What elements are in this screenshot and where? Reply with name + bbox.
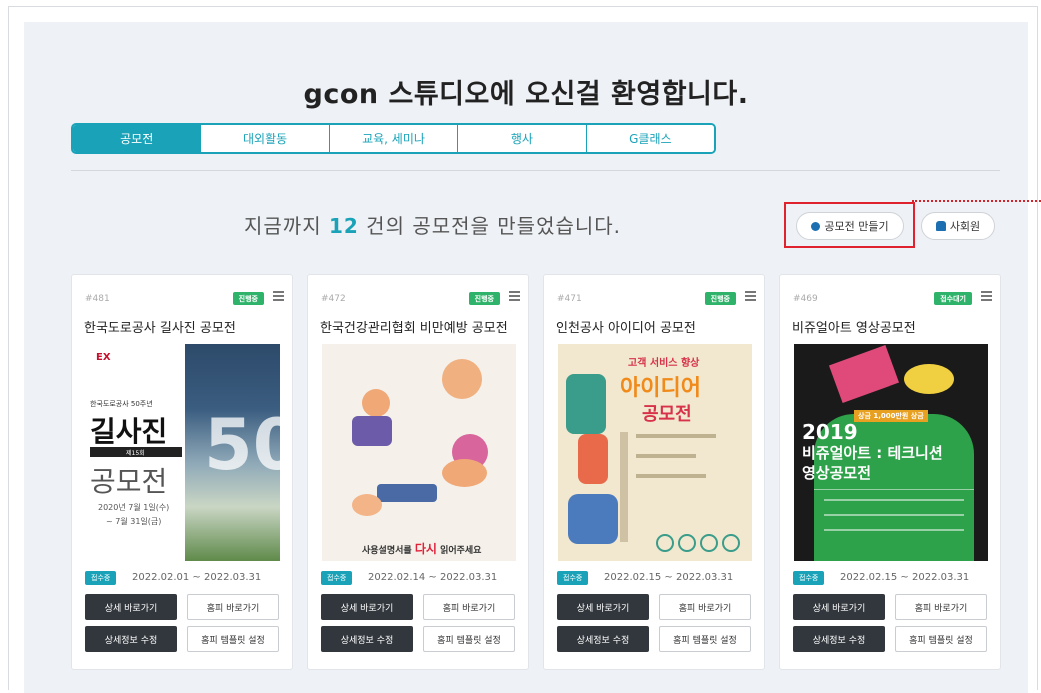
status-chip: 접수중 [557,571,589,585]
poster-edition: 제15회 [126,450,145,457]
menu-icon[interactable] [273,291,284,301]
template-settings-button[interactable]: 홈피 템플릿 설정 [659,626,751,652]
poster-logo-text: EX [96,352,111,363]
card-number: #471 [557,294,582,304]
template-settings-button[interactable]: 홈피 템플릿 설정 [895,626,987,652]
tab-gclass[interactable]: G클래스 [586,125,714,152]
status-chip: 접수중 [321,571,353,585]
edit-detail-button[interactable]: 상세정보 수정 [321,626,413,652]
callout-pointer [912,200,1041,202]
contest-card: #469 접수대기 비쥬얼아트 영상공모전 상금 1,000만원 상금 2019… [779,274,1001,670]
poster-text-3: 읽어주세요 [440,546,482,556]
poster-date-1: 2020년 7월 1일(수) [98,503,170,512]
edit-detail-button[interactable]: 상세정보 수정 [85,626,177,652]
card-title[interactable]: 한국건강관리협회 비만예방 공모전 [320,317,520,336]
category-tabs: 공모전 대외활동 교육, 세미나 행사 G클래스 [71,123,716,154]
contest-card: #471 진행중 인천공사 아이디어 공모전 고객 서비스 향상 아이디어 공모… [543,274,765,670]
poster-year: 2019 [802,420,858,444]
tab-seminar[interactable]: 교육, 세미나 [329,125,459,152]
homepage-link-button[interactable]: 홈피 바로가기 [187,594,279,620]
contest-card: #481 진행중 한국도로공사 길사진 공모전 50 EX 한국도로공사 50주… [71,274,293,670]
homepage-link-button[interactable]: 홈피 바로가기 [423,594,515,620]
detail-link-button[interactable]: 상세 바로가기 [85,594,177,620]
welcome-title: gcon 스튜디오에 오신걸 환영합니다. [303,79,749,110]
contest-dates: 2022.02.15 ~ 2022.03.31 [840,572,970,583]
card-title[interactable]: 비쥬얼아트 영상공모전 [792,317,992,336]
menu-icon[interactable] [509,291,520,301]
status-badge: 진행중 [232,292,264,305]
homepage-link-button[interactable]: 홈피 바로가기 [659,594,751,620]
contest-dates: 2022.02.14 ~ 2022.03.31 [368,572,498,583]
poster-headline: 비쥬얼아트 : 테크니션 [802,444,943,462]
poster-headline-2: 공모전 [90,465,168,498]
poster-image: 상금 1,000만원 상금 2019 비쥬얼아트 : 테크니션 영상공모전 [794,344,988,561]
summary-count: 12 [328,214,359,238]
contest-card: #472 진행중 한국건강관리협회 비만예방 공모전 사용설명서를 다시 읽어주… [307,274,529,670]
poster-headline-2: 영상공모전 [802,464,872,482]
poster-date-2: ~ 7월 31일(금) [106,517,162,526]
card-number: #469 [793,294,818,304]
studio-panel: gcon 스튜디오에 오신걸 환영합니다. 공모전 대외활동 교육, 세미나 행… [24,22,1028,693]
menu-icon[interactable] [981,291,992,301]
tab-activities[interactable]: 대외활동 [201,125,330,152]
contest-dates: 2022.02.15 ~ 2022.03.31 [604,572,734,583]
poster-subtitle: 한국도로공사 50주년 [90,400,153,408]
card-number: #472 [321,294,346,304]
tab-contest[interactable]: 공모전 [73,125,202,152]
status-badge: 진행중 [704,292,736,305]
card-title[interactable]: 인천공사 아이디어 공모전 [556,317,756,336]
tab-event[interactable]: 행사 [458,125,587,152]
detail-link-button[interactable]: 상세 바로가기 [321,594,413,620]
poster-text-2: 다시 [414,542,437,556]
create-contest-label: 공모전 만들기 [824,220,889,233]
detail-link-button[interactable]: 상세 바로가기 [557,594,649,620]
user-icon [935,221,946,231]
status-chip: 접수중 [793,571,825,585]
poster-headline: 길사진 [90,415,168,448]
poster-image: 사용설명서를 다시 읽어주세요 [322,344,516,561]
poster-image: 고객 서비스 향상 아이디어 공모전 [558,344,752,561]
edit-detail-button[interactable]: 상세정보 수정 [557,626,649,652]
homepage-link-button[interactable]: 홈피 바로가기 [895,594,987,620]
menu-icon[interactable] [745,291,756,301]
plus-circle-icon [811,221,821,231]
poster-headline: 아이디어 [620,376,701,401]
card-number: #481 [85,294,110,304]
detail-link-button[interactable]: 상세 바로가기 [793,594,885,620]
summary-text: 지금까지 12 건의 공모전을 만들었습니다. [244,210,621,239]
poster-text-1: 사용설명서를 [362,546,412,556]
create-contest-button[interactable]: 공모전 만들기 [796,212,904,240]
status-badge: 접수대기 [934,292,972,305]
divider [71,170,1000,171]
user-button[interactable]: 사회원 [921,212,995,240]
summary-suffix: 건의 공모전을 만들었습니다. [366,214,622,238]
status-badge: 진행중 [468,292,500,305]
poster-tagline: 고객 서비스 향상 [628,358,700,369]
edit-detail-button[interactable]: 상세정보 수정 [793,626,885,652]
poster-prize: 상금 1,000만원 상금 [854,410,928,422]
poster-headline-2: 공모전 [642,404,692,425]
poster-image: 50 EX 한국도로공사 50주년 길사진 제15회 공모전 2020년 7월 … [86,344,280,561]
status-chip: 접수중 [85,571,117,585]
user-button-label: 사회원 [949,220,981,233]
summary-prefix: 지금까지 [244,214,322,238]
contest-dates: 2022.02.01 ~ 2022.03.31 [132,572,262,583]
card-title[interactable]: 한국도로공사 길사진 공모전 [84,317,284,336]
template-settings-button[interactable]: 홈피 템플릿 설정 [187,626,279,652]
template-settings-button[interactable]: 홈피 템플릿 설정 [423,626,515,652]
page-frame: gcon 스튜디오에 오신걸 환영합니다. 공모전 대외활동 교육, 세미나 행… [0,0,1041,693]
